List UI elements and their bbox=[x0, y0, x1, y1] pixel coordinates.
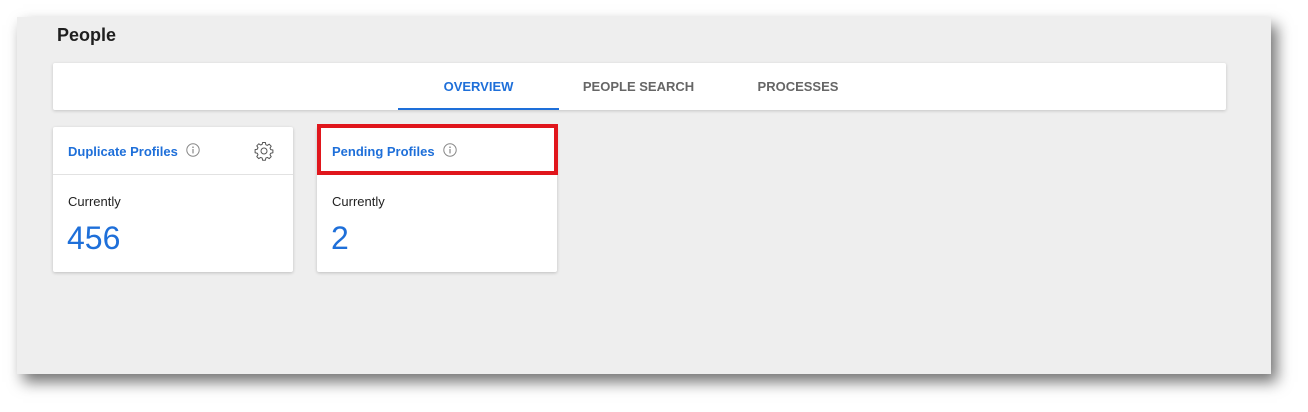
info-icon[interactable] bbox=[186, 143, 200, 157]
tab-people-search[interactable]: PEOPLE SEARCH bbox=[561, 63, 716, 110]
tab-processes[interactable]: PROCESSES bbox=[719, 63, 877, 110]
card-label: Currently bbox=[332, 194, 385, 209]
gear-icon[interactable] bbox=[254, 141, 274, 161]
card-label: Currently bbox=[68, 194, 121, 209]
pending-profiles-count: 2 bbox=[331, 220, 349, 256]
app-window: People OVERVIEW PEOPLE SEARCH PROCESSES … bbox=[17, 17, 1271, 374]
page-title: People bbox=[57, 25, 117, 45]
card-header: Pending Profiles bbox=[317, 127, 557, 175]
pending-profiles-title-link[interactable]: Pending Profiles bbox=[332, 144, 435, 159]
tab-overview[interactable]: OVERVIEW bbox=[398, 63, 559, 110]
duplicate-profiles-count: 456 bbox=[67, 220, 121, 256]
duplicate-profiles-title-link[interactable]: Duplicate Profiles bbox=[68, 144, 178, 159]
info-icon[interactable] bbox=[443, 143, 457, 157]
card-header: Duplicate Profiles bbox=[53, 127, 293, 175]
duplicate-profiles-card: Duplicate Profiles Currently 456 bbox=[53, 127, 293, 272]
pending-profiles-card: Pending Profiles Currently 2 bbox=[317, 127, 557, 272]
tab-bar: OVERVIEW PEOPLE SEARCH PROCESSES bbox=[53, 63, 1226, 110]
